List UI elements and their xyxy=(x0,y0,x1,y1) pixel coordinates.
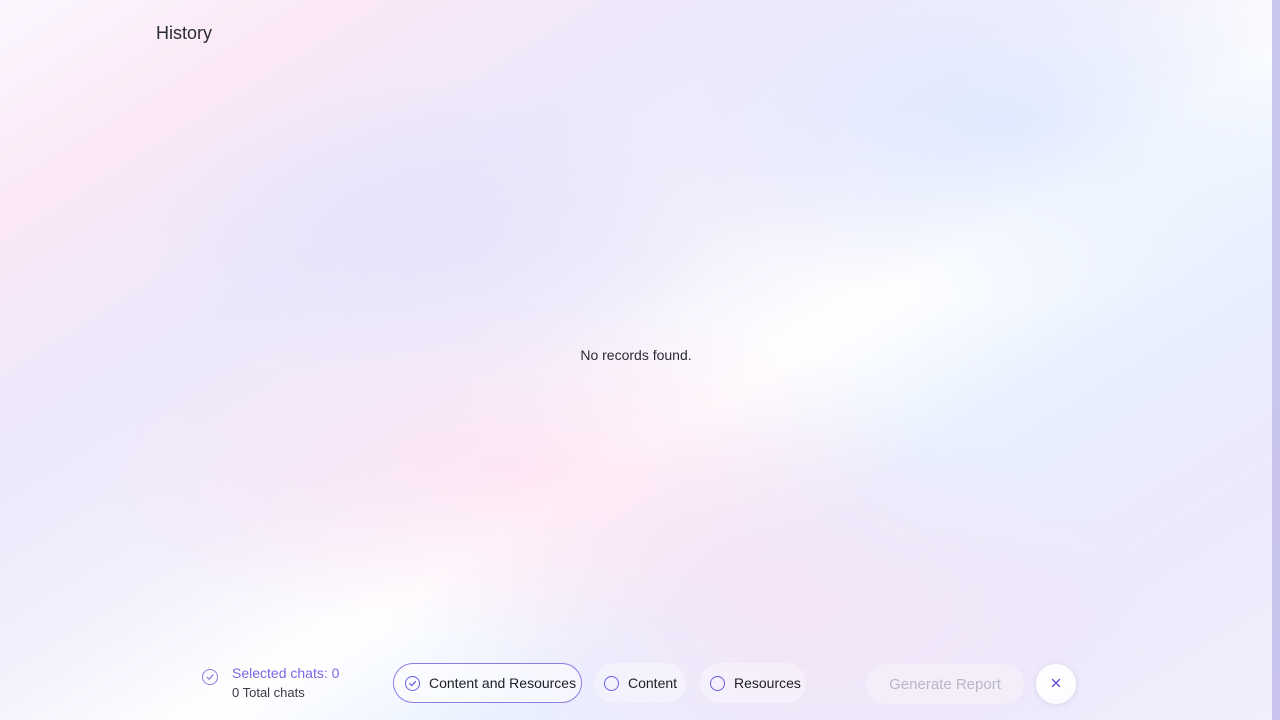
empty-state-message: No records found. xyxy=(580,347,692,363)
generate-report-button[interactable]: Generate Report xyxy=(866,664,1024,704)
option-content-and-resources[interactable]: Content and Resources xyxy=(393,663,582,703)
check-circle-icon xyxy=(405,675,420,691)
option-label: Content xyxy=(628,675,678,691)
option-content[interactable]: Content xyxy=(594,663,686,703)
page-title: History xyxy=(156,23,213,43)
radio-circle-icon xyxy=(604,675,619,691)
scrollbar[interactable] xyxy=(1272,0,1280,720)
check-circle-icon xyxy=(202,669,218,685)
option-label: Content and Resources xyxy=(429,675,577,691)
option-resources[interactable]: Resources xyxy=(700,663,806,703)
report-footer-bar: Selected chats: 0 0 Total chats Content … xyxy=(0,660,1272,710)
option-label: Resources xyxy=(734,675,801,691)
total-chats-count: 0 Total chats xyxy=(232,685,305,700)
close-button[interactable] xyxy=(1036,664,1076,704)
close-icon xyxy=(1051,675,1061,693)
selected-chats-count: Selected chats: 0 xyxy=(232,665,340,681)
radio-circle-icon xyxy=(710,675,725,691)
